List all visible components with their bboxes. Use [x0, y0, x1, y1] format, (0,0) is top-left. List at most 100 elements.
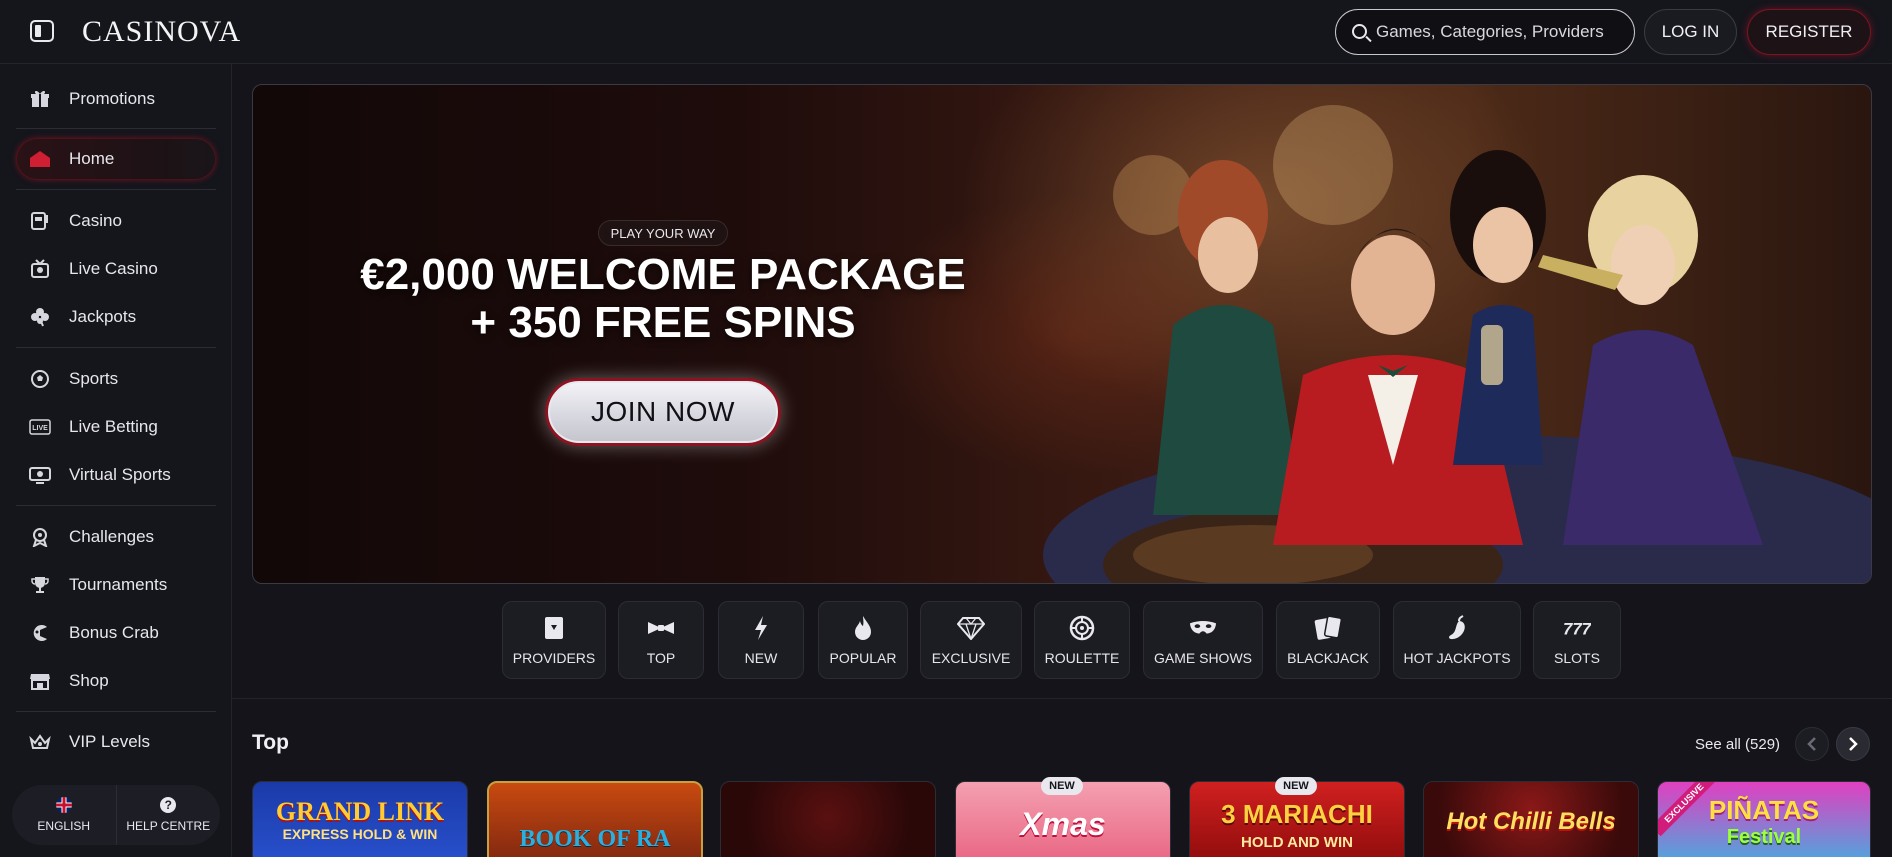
sidebar-item-label: Promotions: [69, 89, 155, 108]
category-label: SLOTS: [1554, 650, 1600, 666]
category-exclusive[interactable]: EXCLUSIVE: [920, 601, 1022, 679]
carousel-prev-button[interactable]: [1795, 727, 1829, 761]
see-all-link[interactable]: See all (529): [1695, 736, 1780, 753]
game-tile[interactable]: Hot Chilli Bells: [1423, 781, 1639, 857]
join-now-button[interactable]: JOIN NOW: [545, 378, 781, 446]
live-badge-icon: LIVE: [29, 416, 51, 438]
hero-tag: PLAY YOUR WAY: [598, 220, 728, 246]
sidebar-item-label: Jackpots: [69, 307, 137, 326]
clover-icon: [29, 306, 51, 328]
soccer-ball-icon: [29, 368, 51, 390]
sidebar-divider: [16, 505, 216, 506]
sevens-icon: 777: [1563, 614, 1591, 642]
game-tile[interactable]: [720, 781, 936, 857]
game-tile[interactable]: BOOK OF RA: [487, 781, 703, 857]
game-title: GRAND LINK: [275, 797, 445, 826]
game-tile[interactable]: EXCLUSIVE PIÑATAS Festival: [1657, 781, 1871, 857]
lightning-icon: [747, 614, 775, 642]
chevron-left-icon: [1807, 737, 1816, 751]
sidebar-item-live-betting[interactable]: LIVE Live Betting: [16, 406, 216, 448]
sidebar: Promotions Home Casino Live Casino Jackp…: [0, 64, 232, 857]
login-button[interactable]: LOG IN: [1644, 9, 1737, 55]
hero-title-line1: €2,000 WELCOME PACKAGE: [360, 250, 966, 299]
gift-icon: [29, 88, 51, 110]
sidebar-item-label: VIP Levels: [69, 732, 150, 751]
category-providers[interactable]: PROVIDERS: [502, 601, 606, 679]
hero-title: €2,000 WELCOME PACKAGE + 350 FREE SPINS: [333, 251, 993, 347]
sidebar-item-label: Live Betting: [69, 417, 158, 436]
new-badge: NEW: [1275, 777, 1317, 795]
category-slots[interactable]: 777 SLOTS: [1533, 601, 1621, 679]
carousel-next-button[interactable]: [1836, 727, 1870, 761]
category-label: POPULAR: [829, 650, 897, 666]
game-tile[interactable]: GRAND LINK EXPRESS HOLD & WIN: [252, 781, 468, 857]
sidebar-item-tournaments[interactable]: Tournaments: [16, 564, 216, 606]
game-title: BOOK OF RA: [519, 826, 671, 852]
category-label: BLACKJACK: [1287, 650, 1369, 666]
chevron-right-icon: [1849, 737, 1858, 751]
sidebar-item-label: Sports: [69, 369, 119, 388]
register-button[interactable]: REGISTER: [1747, 9, 1871, 55]
cards-icon: [1314, 614, 1342, 642]
help-icon: ?: [160, 797, 177, 813]
category-new[interactable]: NEW: [718, 601, 804, 679]
game-title: Xmas: [1020, 806, 1106, 842]
category-top[interactable]: TOP: [618, 601, 704, 679]
medal-icon: [29, 526, 51, 548]
crown-icon: [29, 731, 51, 753]
sidebar-item-label: Virtual Sports: [69, 465, 171, 484]
sidebar-item-home[interactable]: Home: [16, 138, 216, 180]
hero-illustration: [1043, 105, 1871, 583]
category-label: TOP: [646, 650, 676, 666]
sidebar-item-sports[interactable]: Sports: [16, 358, 216, 400]
hero-banner[interactable]: PLAY YOUR WAY €2,000 WELCOME PACKAGE + 3…: [252, 84, 1872, 584]
language-selector[interactable]: ENGLISH: [12, 785, 117, 845]
game-subtitle: HOLD AND WIN: [1241, 834, 1353, 851]
sidebar-divider: [16, 711, 216, 712]
uk-flag-icon: [55, 797, 72, 813]
sidebar-item-live-casino[interactable]: Live Casino: [16, 248, 216, 290]
providers-icon: [540, 614, 568, 642]
sidebar-item-casino[interactable]: Casino: [16, 200, 216, 242]
hero-title-line2: + 350 FREE SPINS: [470, 298, 856, 347]
new-badge: NEW: [1041, 777, 1083, 795]
roulette-icon: [1068, 614, 1096, 642]
sidebar-footer: ENGLISH ? HELP CENTRE: [12, 785, 220, 845]
sidebar-item-challenges[interactable]: Challenges: [16, 516, 216, 558]
sidebar-divider: [16, 128, 216, 129]
sidebar-item-label: Challenges: [69, 527, 155, 546]
slot-machine-icon: [29, 210, 51, 232]
search-icon: [1352, 24, 1367, 39]
sidebar-item-label: Live Casino: [69, 259, 158, 278]
sidebar-item-jackpots[interactable]: Jackpots: [16, 296, 216, 338]
category-label: HOT JACKPOTS: [1403, 650, 1511, 666]
search-box[interactable]: [1335, 9, 1635, 55]
sidebar-item-vip-levels[interactable]: VIP Levels: [16, 721, 216, 763]
svg-text:LIVE: LIVE: [32, 425, 48, 432]
category-label: GAME SHOWS: [1153, 650, 1252, 666]
virtual-sports-icon: [29, 464, 51, 486]
top-header: CASINOVA LOG IN REGISTER: [0, 0, 1892, 64]
game-subtitle: Festival: [1726, 826, 1802, 848]
diamond-icon: [957, 614, 985, 642]
chili-icon: [1443, 614, 1471, 642]
category-hot-jackpots[interactable]: HOT JACKPOTS: [1393, 601, 1521, 679]
live-casino-icon: [29, 258, 51, 280]
category-label: EXCLUSIVE: [931, 650, 1011, 666]
category-popular[interactable]: POPULAR: [818, 601, 908, 679]
sidebar-divider: [16, 347, 216, 348]
category-game-shows[interactable]: GAME SHOWS: [1143, 601, 1263, 679]
sidebar-item-virtual-sports[interactable]: Virtual Sports: [16, 454, 216, 496]
bowtie-icon: [647, 614, 675, 642]
search-input[interactable]: [1376, 10, 1626, 54]
home-icon: [29, 148, 51, 170]
category-blackjack[interactable]: BLACKJACK: [1276, 601, 1380, 679]
game-title: 3 MARIACHI: [1221, 799, 1373, 829]
game-subtitle: EXPRESS HOLD & WIN: [282, 826, 438, 842]
help-centre-link[interactable]: ? HELP CENTRE: [117, 785, 221, 845]
game-title: PIÑATAS: [1708, 795, 1820, 825]
sidebar-toggle-icon[interactable]: [30, 20, 54, 42]
sidebar-item-promotions[interactable]: Promotions: [16, 78, 216, 120]
casinova-logo[interactable]: CASINOVA: [82, 14, 241, 50]
category-roulette[interactable]: ROULETTE: [1034, 601, 1130, 679]
